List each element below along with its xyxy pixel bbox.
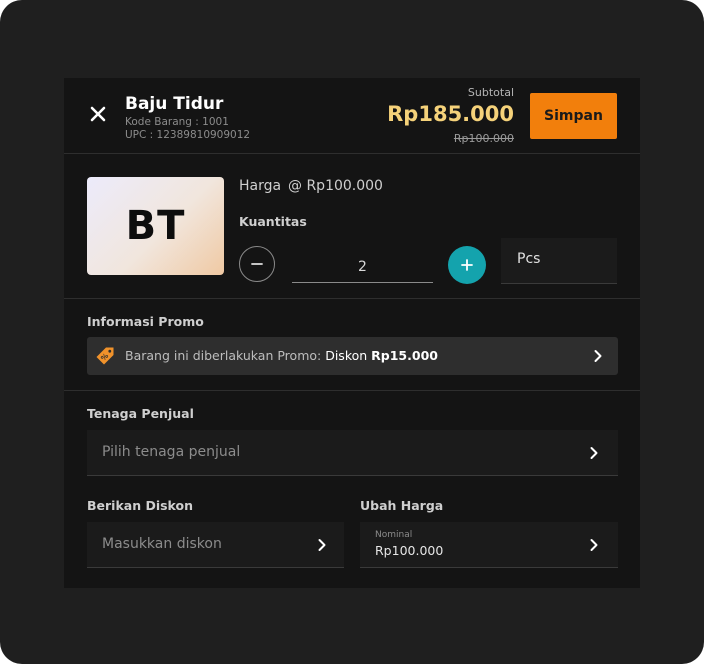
price-change-value: Rp100.000 xyxy=(375,543,444,558)
chevron-right-icon xyxy=(594,350,602,362)
subtotal-value: Rp185.000 xyxy=(387,102,514,126)
product-upc: UPC : 12389810909012 xyxy=(125,129,251,141)
price-change-field-label: Nominal xyxy=(375,530,413,540)
sales-person-selector[interactable]: Pilih tenaga penjual xyxy=(87,430,618,476)
promo-text-prefix: Barang ini diberlakukan Promo: xyxy=(125,348,326,363)
promo-info-bar[interactable]: % Barang ini diberlakukan Promo: Diskon … xyxy=(87,337,618,375)
chevron-right-icon xyxy=(590,447,598,459)
sales-person-placeholder: Pilih tenaga penjual xyxy=(102,444,241,460)
promo-name: Diskon xyxy=(325,348,372,363)
unit-value: Pcs xyxy=(517,251,541,267)
edit-item-panel: Baju Tidur Kode Barang : 1001 UPC : 1238… xyxy=(64,78,640,588)
discount-section-label: Berikan Diskon xyxy=(87,498,194,513)
promo-section-label: Informasi Promo xyxy=(87,314,204,329)
app-frame: Baju Tidur Kode Barang : 1001 UPC : 1238… xyxy=(0,0,704,664)
subtotal-label: Subtotal xyxy=(467,86,514,99)
promo-section: Informasi Promo % Barang ini diberlakuka… xyxy=(64,299,640,391)
price-label: Harga xyxy=(239,178,282,194)
close-icon xyxy=(90,106,106,122)
save-button[interactable]: Simpan xyxy=(530,93,617,139)
sales-section-label: Tenaga Penjual xyxy=(87,406,194,421)
product-thumbnail: BT xyxy=(87,177,224,275)
product-section: BT Harga @ Rp100.000 Kuantitas Pcs xyxy=(64,154,640,299)
promo-amount: Rp15.000 xyxy=(371,348,438,363)
unit-price: @ Rp100.000 xyxy=(288,178,383,194)
decrease-quantity-button[interactable] xyxy=(239,246,275,282)
thumbnail-initials: BT xyxy=(125,203,186,249)
chevron-right-icon xyxy=(318,539,326,551)
plus-icon xyxy=(461,259,473,271)
discount-field[interactable]: Masukkan diskon xyxy=(87,522,344,568)
price-change-section-label: Ubah Harga xyxy=(360,498,444,513)
price-change-field[interactable]: Nominal Rp100.000 xyxy=(360,522,618,568)
quantity-input[interactable] xyxy=(292,252,433,283)
product-code: Kode Barang : 1001 xyxy=(125,116,229,128)
close-button[interactable] xyxy=(88,104,108,124)
minus-icon xyxy=(251,263,263,265)
discount-placeholder: Masukkan diskon xyxy=(102,536,222,552)
chevron-right-icon xyxy=(590,539,598,551)
subtotal-original-price: Rp100.000 xyxy=(453,132,514,145)
product-name: Baju Tidur xyxy=(125,94,224,114)
quantity-label: Kuantitas xyxy=(239,214,307,229)
promo-text: Barang ini diberlakukan Promo: Diskon Rp… xyxy=(125,348,438,363)
panel-header: Baju Tidur Kode Barang : 1001 UPC : 1238… xyxy=(64,78,640,154)
unit-selector[interactable]: Pcs xyxy=(501,238,617,284)
promo-tag-icon: % xyxy=(96,347,114,365)
increase-quantity-button[interactable] xyxy=(448,246,486,284)
